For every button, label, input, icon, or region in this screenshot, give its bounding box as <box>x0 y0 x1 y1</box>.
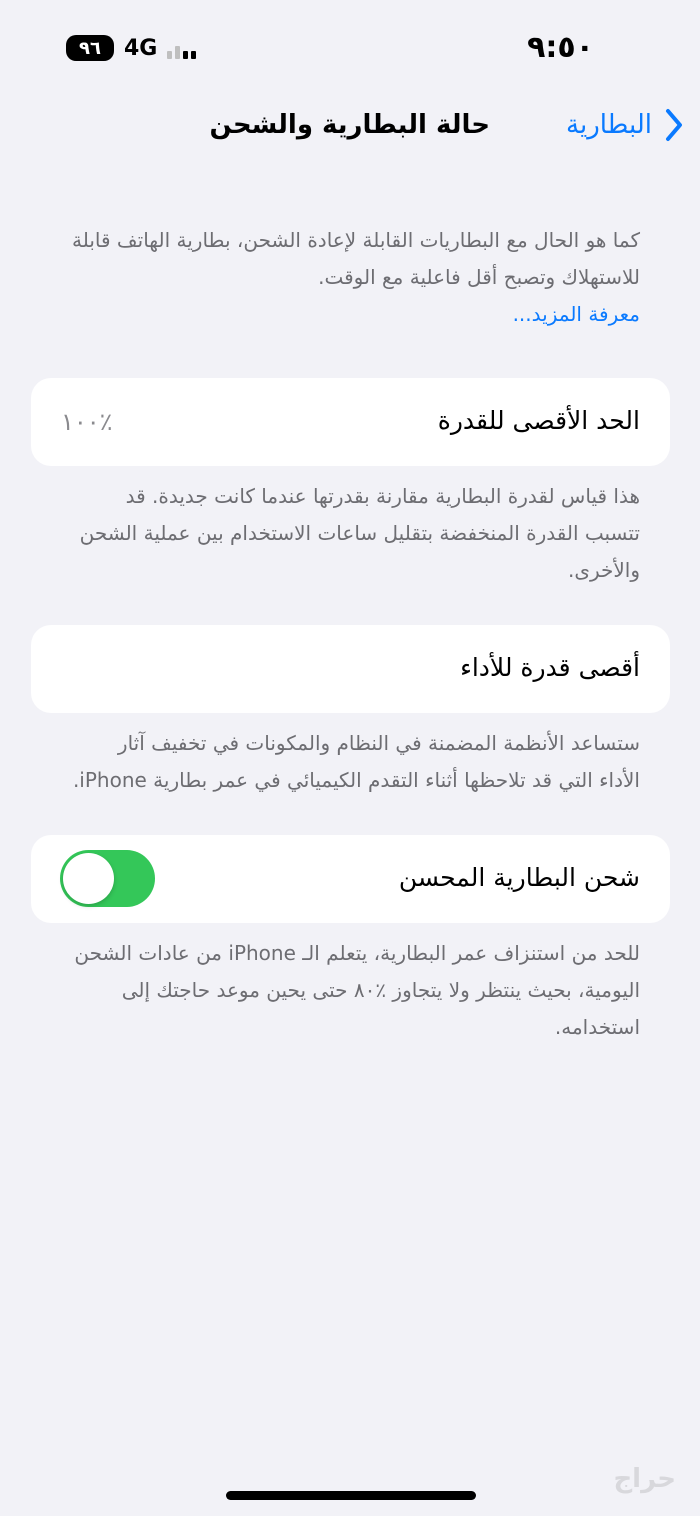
intro-description: كما هو الحال مع البطاريات القابلة لإعادة… <box>31 210 670 333</box>
max-capacity-label: الحد الأقصى للقدرة <box>437 406 640 435</box>
optimized-charging-toggle[interactable] <box>60 850 155 907</box>
optimized-charging-label: شحن البطارية المحسن <box>398 863 640 892</box>
status-bar: ٩٦ 4G ٩:٥٠ <box>0 0 700 95</box>
learn-more-link[interactable]: معرفة المزيد... <box>513 302 640 326</box>
optimized-charging-footnote: للحد من استنزاف عمر البطارية، يتعلم الـ … <box>74 941 640 1039</box>
max-capacity-footnote: هذا قياس لقدرة البطارية مقارنة بقدرتها ع… <box>79 484 640 582</box>
back-button-label: البطارية <box>566 110 652 140</box>
peak-performance-row: أقصى قدرة للأداء <box>31 625 670 713</box>
battery-level-text: ٩٦ <box>79 37 101 59</box>
status-time: ٩:٥٠ <box>527 30 594 65</box>
home-indicator[interactable] <box>226 1491 476 1500</box>
optimized-charging-row: شحن البطارية المحسن <box>31 835 670 923</box>
chevron-back-icon <box>666 109 682 141</box>
status-indicators: ٩٦ 4G <box>66 35 197 61</box>
peak-performance-footnote: ستساعد الأنظمة المضمنة في النظام والمكون… <box>72 731 640 792</box>
back-button[interactable]: البطارية <box>566 108 684 142</box>
navigation-bar: حالة البطارية والشحن البطارية <box>0 100 700 160</box>
max-capacity-row: الحد الأقصى للقدرة ٪١٠٠ <box>31 378 670 466</box>
signal-strength-icon <box>167 37 197 59</box>
toggle-knob <box>63 853 114 904</box>
peak-performance-label: أقصى قدرة للأداء <box>460 653 640 682</box>
watermark-logo: حراج <box>613 1464 676 1494</box>
network-type: 4G <box>124 35 158 61</box>
intro-text: كما هو الحال مع البطاريات القابلة لإعادة… <box>72 228 640 289</box>
battery-health-content: كما هو الحال مع البطاريات القابلة لإعادة… <box>31 210 670 1046</box>
battery-level-badge: ٩٦ <box>66 35 114 61</box>
page-title: حالة البطارية والشحن <box>209 110 490 140</box>
max-capacity-value: ٪١٠٠ <box>61 408 113 436</box>
